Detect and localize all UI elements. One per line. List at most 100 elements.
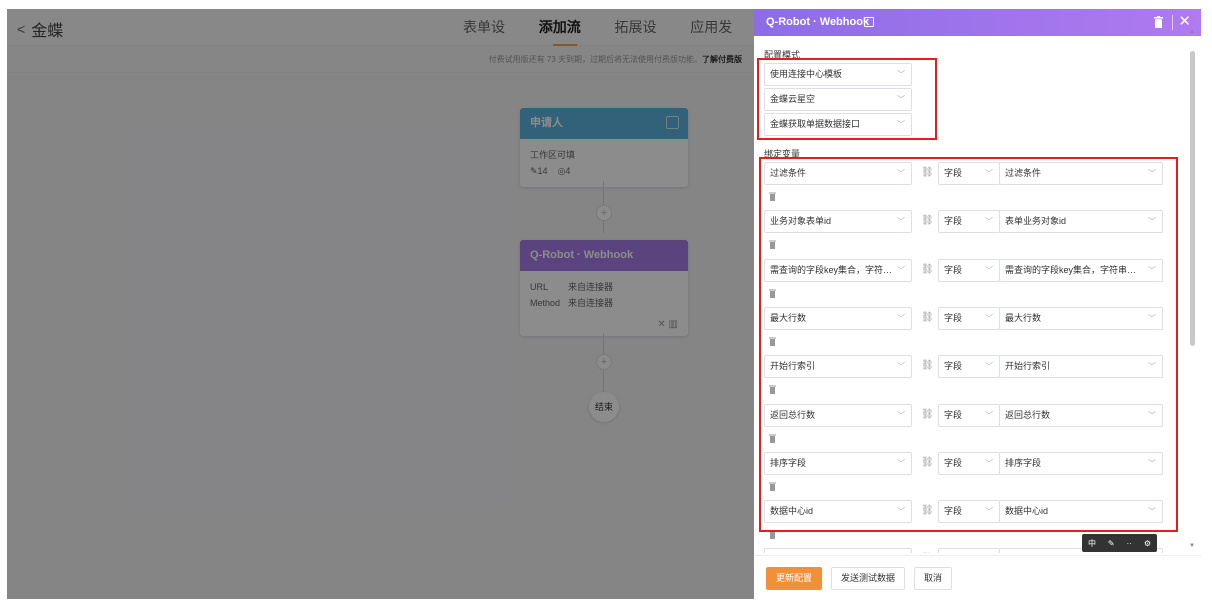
panel-body: 配置模式 使用连接中心模板 ﹀ 金蝶云星空 ﹀ 金蝶获取单据数据接口 ﹀ 绑定变量 过… (754, 36, 1189, 553)
chevron-down-icon: ﹀ (897, 507, 905, 516)
scroll-down-icon[interactable]: ▼ (1189, 543, 1195, 549)
select-value: 字段 (944, 216, 963, 226)
link-icon: ⛓ (921, 409, 934, 420)
connector-select[interactable]: 金蝶云星空 ﹀ (764, 88, 912, 111)
select-value: 返回总行数 (770, 410, 816, 420)
binding-param-select[interactable]: 返回总行数 ﹀ (764, 404, 912, 427)
binding-field-select[interactable]: 开始行索引 ﹀ (999, 355, 1163, 378)
delete-binding-icon[interactable] (769, 240, 776, 249)
scroll-up-icon[interactable]: ▲ (1189, 29, 1195, 35)
select-value: 金蝶云星空 (770, 94, 816, 104)
binding-param-select[interactable]: 过滤条件 ﹀ (764, 162, 912, 185)
select-value: 字段 (944, 361, 963, 371)
panel-header: Q-Robot · Webhook ✕ (754, 9, 1201, 36)
edit-title-icon[interactable] (864, 17, 874, 27)
chevron-down-icon: ﹀ (985, 169, 993, 178)
delete-binding-icon[interactable] (769, 192, 776, 201)
chevron-down-icon: ﹀ (1148, 217, 1156, 226)
delete-binding-icon[interactable] (769, 530, 776, 539)
link-icon: ⛓ (921, 360, 934, 371)
chevron-down-icon: ﹀ (897, 266, 905, 275)
binding-param-select[interactable]: 开始行索引 ﹀ (764, 355, 912, 378)
modal-overlay[interactable] (7, 9, 754, 599)
webhook-config-panel: Q-Robot · Webhook ✕ 配置模式 使用连接中心模板 ﹀ 金蝶云星空… (754, 9, 1201, 599)
chevron-down-icon: ﹀ (1148, 459, 1156, 468)
scroll-thumb[interactable] (1190, 51, 1195, 346)
delete-binding-icon[interactable] (769, 337, 776, 346)
toolbar-pen-button[interactable]: ✎ (1108, 539, 1115, 548)
binding-field-select[interactable]: 数据中心id ﹀ (999, 500, 1163, 523)
delete-binding-icon[interactable] (769, 434, 776, 443)
select-value: 排序字段 (1005, 458, 1042, 468)
link-icon: ⛓ (921, 264, 934, 275)
binding-field-select[interactable]: 过滤条件 ﹀ (999, 162, 1163, 185)
select-value: 字段 (944, 313, 963, 323)
panel-scrollbar[interactable]: ▲ ▼ (1188, 29, 1197, 559)
config-mode-label: 配置模式 (764, 50, 801, 60)
select-value: 过滤条件 (770, 168, 807, 178)
chevron-down-icon: ﹀ (1148, 507, 1156, 516)
binding-field-select[interactable]: 返回总行数 ﹀ (999, 404, 1163, 427)
chevron-down-icon: ﹀ (985, 314, 993, 323)
bind-variables-label: 绑定变量 (764, 149, 801, 159)
header-divider (1172, 15, 1173, 30)
binding-type-select[interactable]: 字段 ﹀ (938, 404, 1000, 427)
delete-binding-icon[interactable] (769, 385, 776, 394)
update-config-button[interactable]: 更新配置 (766, 567, 822, 590)
toolbar-lang-button[interactable]: 中 (1088, 538, 1096, 549)
chevron-down-icon: ﹀ (985, 459, 993, 468)
cancel-button[interactable]: 取消 (914, 567, 952, 590)
chevron-down-icon: ﹀ (897, 217, 905, 226)
binding-type-select[interactable]: 字段 ﹀ (938, 259, 1000, 282)
link-icon: ⛓ (921, 215, 934, 226)
chevron-down-icon: ﹀ (897, 459, 905, 468)
binding-type-select[interactable]: 字段 ﹀ (938, 162, 1000, 185)
floating-toolbar: 中 ✎ ·· ⚙ (1082, 534, 1157, 552)
binding-type-select[interactable]: 字段 ﹀ (938, 307, 1000, 330)
binding-type-select[interactable]: 字段 ﹀ (938, 210, 1000, 233)
api-template-select[interactable]: 金蝶获取单据数据接口 ﹀ (764, 113, 912, 136)
select-value: 字段 (944, 506, 963, 516)
select-value: 最大行数 (1005, 313, 1042, 323)
binding-type-select[interactable]: 字段 ﹀ (938, 452, 1000, 475)
select-value: 字段 (944, 168, 963, 178)
panel-footer: 更新配置 发送测试数据 取消 (754, 555, 1201, 599)
binding-field-select[interactable]: 排序字段 ﹀ (999, 452, 1163, 475)
select-value: 排序字段 (770, 458, 807, 468)
binding-type-select[interactable] (938, 548, 1000, 553)
chevron-down-icon: ﹀ (1148, 169, 1156, 178)
template-source-select[interactable]: 使用连接中心模板 ﹀ (764, 63, 912, 86)
select-value: 过滤条件 (1005, 168, 1042, 178)
chevron-down-icon: ﹀ (985, 217, 993, 226)
chevron-down-icon: ﹀ (985, 266, 993, 275)
binding-type-select[interactable]: 字段 ﹀ (938, 500, 1000, 523)
select-value: 字段 (944, 410, 963, 420)
binding-param-select[interactable]: 最大行数 ﹀ (764, 307, 912, 330)
binding-param-select[interactable]: 数据中心id ﹀ (764, 500, 912, 523)
select-value: 数据中心id (1005, 506, 1049, 516)
binding-param-select[interactable]: 排序字段 ﹀ (764, 452, 912, 475)
chevron-down-icon: ﹀ (1148, 266, 1156, 275)
select-value: 使用连接中心模板 (770, 69, 843, 79)
select-value: 返回总行数 (1005, 410, 1051, 420)
delete-binding-icon[interactable] (769, 482, 776, 491)
binding-param-select[interactable]: 业务对象表单id ﹀ (764, 210, 912, 233)
chevron-down-icon: ﹀ (897, 362, 905, 371)
chevron-down-icon: ﹀ (1148, 362, 1156, 371)
binding-param-select[interactable] (764, 548, 912, 553)
binding-type-select[interactable]: 字段 ﹀ (938, 355, 1000, 378)
send-test-data-button[interactable]: 发送测试数据 (831, 567, 905, 590)
toolbar-more-button[interactable]: ·· (1127, 539, 1132, 548)
binding-field-select[interactable]: 需查询的字段key集合，字符串类型 ﹀ (999, 259, 1163, 282)
delete-node-icon[interactable] (1154, 16, 1163, 28)
binding-field-select[interactable]: 最大行数 ﹀ (999, 307, 1163, 330)
chevron-down-icon: ﹀ (897, 70, 905, 79)
delete-binding-icon[interactable] (769, 289, 776, 298)
select-value: 需查询的字段key集合，字符串类型 (770, 265, 893, 275)
binding-field-select[interactable]: 表单业务对象id ﹀ (999, 210, 1163, 233)
select-value: 业务对象表单id (770, 216, 832, 226)
toolbar-settings-button[interactable]: ⚙ (1144, 539, 1151, 548)
select-value: 字段 (944, 265, 963, 275)
binding-param-select[interactable]: 需查询的字段key集合，字符串类型 ﹀ (764, 259, 912, 282)
select-value: 数据中心id (770, 506, 814, 516)
